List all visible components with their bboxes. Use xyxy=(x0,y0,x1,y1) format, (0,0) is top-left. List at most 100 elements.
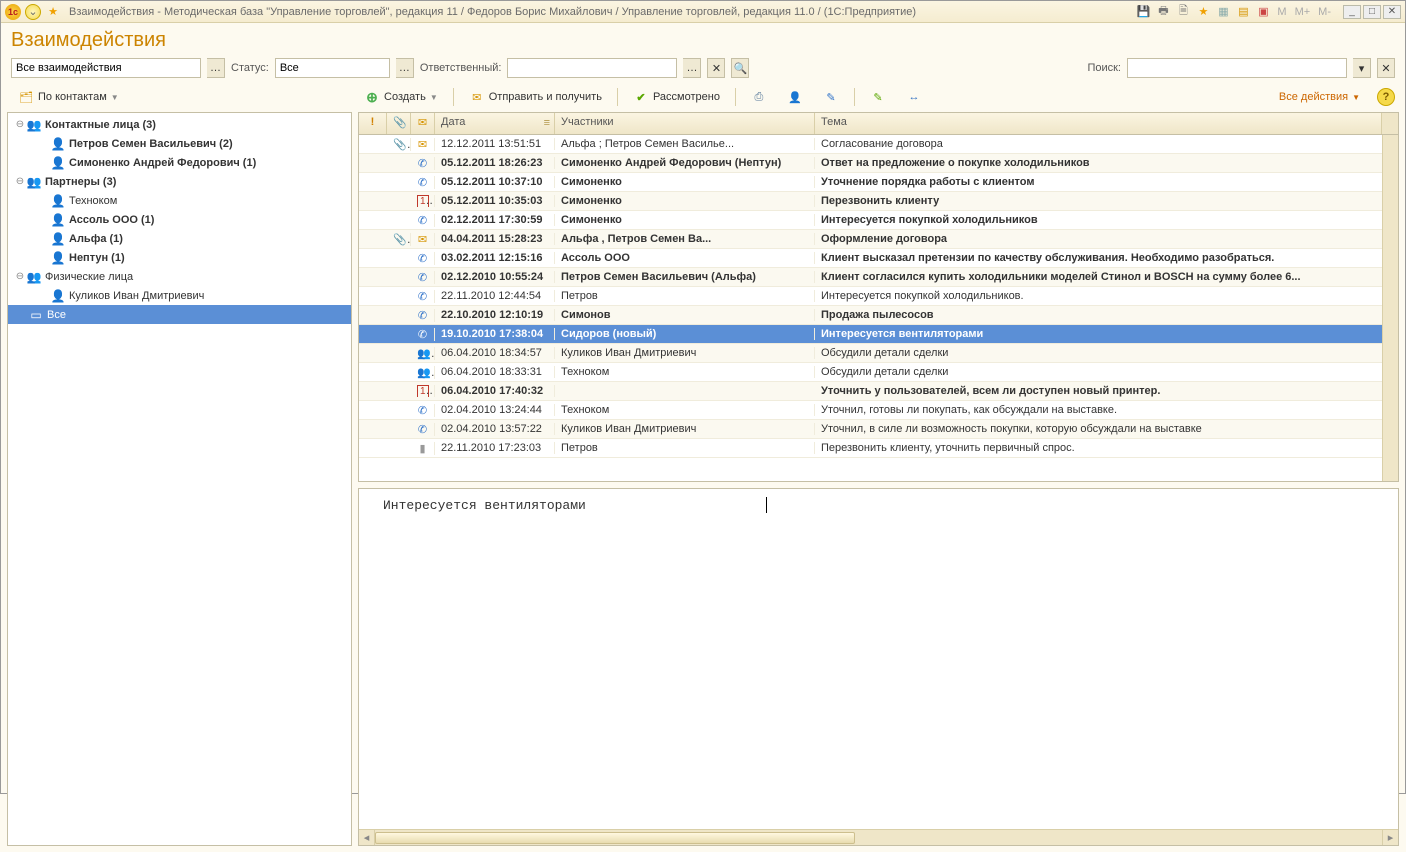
calendar-icon[interactable]: ▣ xyxy=(1255,4,1271,20)
search-dropdown[interactable]: ▾ xyxy=(1353,58,1371,78)
grid-vscroll[interactable] xyxy=(1382,135,1398,481)
grid-row[interactable]: ▮22.11.2010 17:23:03ПетровПерезвонить кл… xyxy=(359,439,1398,458)
mem-m[interactable]: M xyxy=(1275,6,1288,18)
create-button[interactable]: ⊕ Создать ▼ xyxy=(357,86,445,108)
tree-toggle-icon[interactable]: ⊖ xyxy=(14,119,26,130)
grid-icon[interactable]: ▦ xyxy=(1215,4,1231,20)
cell-date: 22.10.2010 12:10:19 xyxy=(435,309,555,321)
grid-row[interactable]: ✆05.12.2011 18:26:23Симоненко Андрей Фед… xyxy=(359,154,1398,173)
cell-subject: Перезвонить клиенту xyxy=(815,195,1398,207)
col-attachment[interactable]: 📎 xyxy=(387,113,411,134)
app-logo-icon[interactable]: 1c xyxy=(5,4,21,20)
filter-type-picker[interactable]: … xyxy=(207,58,225,78)
search-clear[interactable]: ✕ xyxy=(1377,58,1395,78)
window-titlebar: 1c ⌄ ★ Взаимодействия - Методическая баз… xyxy=(1,1,1405,23)
grid-row[interactable]: ✆02.12.2010 10:55:24Петров Семен Василье… xyxy=(359,268,1398,287)
tree-item[interactable]: ⊖👥Контактные лица (3) xyxy=(8,115,351,134)
cell-participants: Симоненко xyxy=(555,214,815,226)
tree-item[interactable]: 👤Симоненко Андрей Федорович (1) xyxy=(8,153,351,172)
grid-row[interactable]: ✆03.02.2011 12:15:16Ассоль ОООКлиент выс… xyxy=(359,249,1398,268)
favorite-icon[interactable]: ★ xyxy=(45,4,61,20)
calendar-task-icon: 1 xyxy=(417,195,429,207)
grid-row[interactable]: ✆05.12.2011 10:37:10СимоненкоУточнение п… xyxy=(359,173,1398,192)
responsible-search-icon[interactable]: 🔍 xyxy=(731,58,749,78)
search-input[interactable] xyxy=(1127,58,1347,78)
calc-icon[interactable]: ▤ xyxy=(1235,4,1251,20)
favorite2-icon[interactable]: ★ xyxy=(1195,4,1211,20)
status-input[interactable] xyxy=(275,58,390,78)
save-icon[interactable]: 💾 xyxy=(1135,4,1151,20)
grid-row[interactable]: ✆02.04.2010 13:24:44ТехнокомУточнил, гот… xyxy=(359,401,1398,420)
tree-item[interactable]: 👤Петров Семен Васильевич (2) xyxy=(8,134,351,153)
tree-toggle-icon[interactable]: ⊖ xyxy=(14,271,26,282)
responsible-input[interactable] xyxy=(507,58,677,78)
detail-text[interactable]: Интересуется вентиляторами xyxy=(359,489,1398,829)
grid-row[interactable]: ✆02.12.2011 17:30:59СимоненкоИнтересуетс… xyxy=(359,211,1398,230)
tree-item[interactable]: 👤Альфа (1) xyxy=(8,229,351,248)
contacts-tree[interactable]: ⊖👥Контактные лица (3)👤Петров Семен Васил… xyxy=(7,112,352,846)
tree-item[interactable]: ⊖👥Физические лица xyxy=(8,267,351,286)
maximize-button[interactable]: □ xyxy=(1363,5,1381,19)
scroll-right-icon[interactable]: ▸ xyxy=(1382,830,1398,845)
cell-type: 1 xyxy=(411,195,435,207)
tree-item[interactable]: ⊖👥Партнеры (3) xyxy=(8,172,351,191)
grid-row[interactable]: ✆02.04.2010 13:57:22Куликов Иван Дмитрие… xyxy=(359,420,1398,439)
grid-row[interactable]: 👥06.04.2010 18:33:31ТехнокомОбсудили дет… xyxy=(359,363,1398,382)
col-date[interactable]: Дата≡ xyxy=(435,113,555,134)
tree-item[interactable]: 👤Ассоль ООО (1) xyxy=(8,210,351,229)
tool-user[interactable]: 👤 xyxy=(780,86,810,108)
tool-brush[interactable]: ✎ xyxy=(816,86,846,108)
help-icon[interactable]: ? xyxy=(1377,88,1395,106)
all-actions-label: Все действия xyxy=(1279,91,1348,103)
detail-hscroll[interactable]: ◂ ▸ xyxy=(359,829,1398,845)
col-flag[interactable]: ! xyxy=(359,113,387,134)
grid-row[interactable]: 📎✉12.12.2011 13:51:51Альфа ; Петров Семе… xyxy=(359,135,1398,154)
scroll-thumb[interactable] xyxy=(375,832,855,844)
nav-button[interactable]: ⌄ xyxy=(25,4,41,20)
tool-copy[interactable]: ⎙ xyxy=(744,86,774,108)
grid-row[interactable]: 👥06.04.2010 18:34:57Куликов Иван Дмитрие… xyxy=(359,344,1398,363)
grid-row-selected[interactable]: ✆19.10.2010 17:38:04Сидоров (новый)Интер… xyxy=(359,325,1398,344)
cell-type: ✆ xyxy=(411,328,435,341)
tool-edit[interactable]: ✎ xyxy=(863,86,893,108)
reviewed-button[interactable]: ✔ Рассмотрено xyxy=(626,86,727,108)
minimize-button[interactable]: _ xyxy=(1343,5,1361,19)
scroll-left-icon[interactable]: ◂ xyxy=(359,830,375,845)
by-contacts-button[interactable]: 🗂 По контактам ▼ xyxy=(11,86,126,108)
brush-icon: ✎ xyxy=(823,89,839,105)
col-subject[interactable]: Тема xyxy=(815,113,1382,134)
col-participants[interactable]: Участники xyxy=(555,113,815,134)
tree-item[interactable]: 👤Нептун (1) xyxy=(8,248,351,267)
print-icon[interactable]: 🖶 xyxy=(1155,4,1171,20)
cell-type: ✉ xyxy=(411,138,435,151)
col-type[interactable]: ✉ xyxy=(411,113,435,134)
phone-icon: ✆ xyxy=(418,424,427,436)
doc-icon[interactable]: 🗎 xyxy=(1175,4,1191,20)
mem-mminus[interactable]: M- xyxy=(1316,6,1333,18)
page-title: Взаимодействия xyxy=(11,29,1395,52)
cell-participants: Техноком xyxy=(555,366,815,378)
cell-type: ✉ xyxy=(411,233,435,246)
all-actions-button[interactable]: Все действия ▼ xyxy=(1272,86,1367,108)
close-button[interactable]: ✕ xyxy=(1383,5,1401,19)
status-picker[interactable]: … xyxy=(396,58,414,78)
phone-icon: ✆ xyxy=(418,272,427,284)
tree-item[interactable]: 👤Куликов Иван Дмитриевич xyxy=(8,286,351,305)
grid-row[interactable]: 105.12.2011 10:35:03СимоненкоПерезвонить… xyxy=(359,192,1398,211)
tree-toggle-icon[interactable]: ⊖ xyxy=(14,176,26,187)
responsible-clear[interactable]: ✕ xyxy=(707,58,725,78)
send-receive-button[interactable]: ✉ Отправить и получить xyxy=(462,86,609,108)
grid-row[interactable]: 📎✉04.04.2011 15:28:23Альфа , Петров Семе… xyxy=(359,230,1398,249)
interactions-grid[interactable]: ! 📎 ✉ Дата≡ Участники Тема 📎✉12.12.2011 … xyxy=(358,112,1399,482)
grid-row[interactable]: ✆22.11.2010 12:44:54ПетровИнтересуется п… xyxy=(359,287,1398,306)
tool-refresh[interactable]: ↔ xyxy=(899,86,929,108)
tree-item-label: Физические лица xyxy=(45,271,133,283)
cell-type: ✆ xyxy=(411,271,435,284)
grid-row[interactable]: 106.04.2010 17:40:32Уточнить у пользоват… xyxy=(359,382,1398,401)
responsible-picker[interactable]: … xyxy=(683,58,701,78)
mem-mplus[interactable]: M+ xyxy=(1293,6,1313,18)
filter-type-input[interactable] xyxy=(11,58,201,78)
grid-row[interactable]: ✆22.10.2010 12:10:19СимоновПродажа пылес… xyxy=(359,306,1398,325)
tree-item-selected[interactable]: ▭Все xyxy=(8,305,351,324)
tree-item[interactable]: 👤Техноком xyxy=(8,191,351,210)
